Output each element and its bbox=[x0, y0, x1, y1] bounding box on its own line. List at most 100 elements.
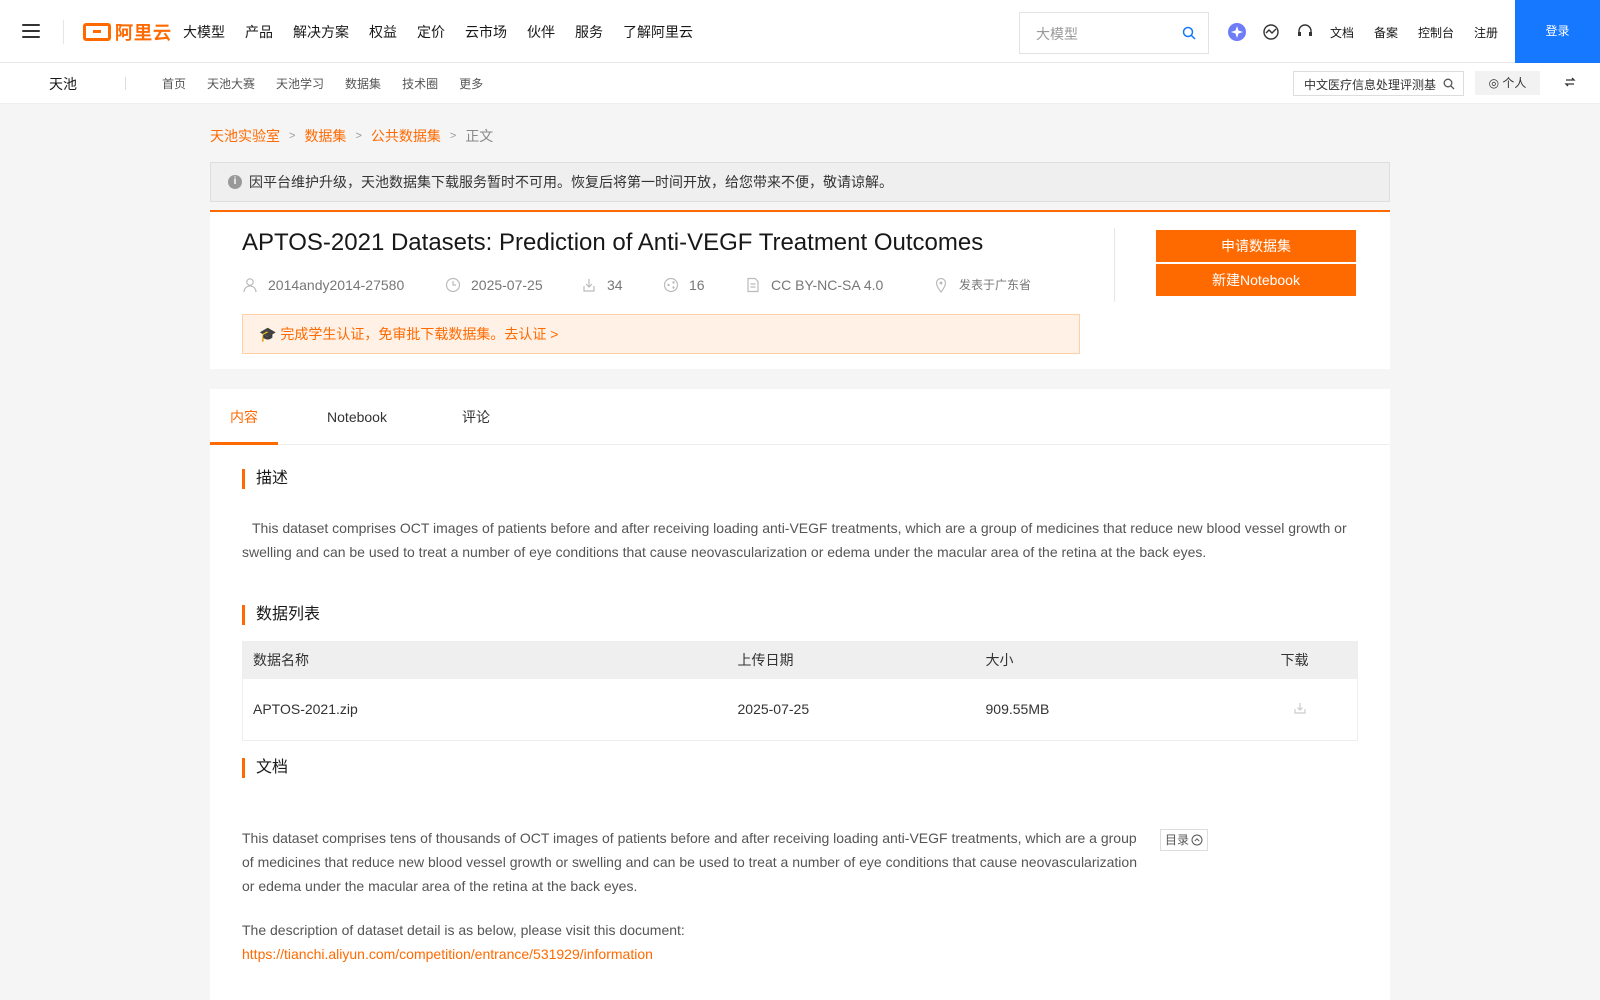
author-name[interactable]: 2014andy2014-27580 bbox=[268, 277, 404, 293]
user-icon bbox=[243, 277, 257, 292]
subnav-home[interactable]: 首页 bbox=[162, 75, 186, 92]
table-row: APTOS-2021.zip 2025-07-25 909.55MB bbox=[243, 679, 1358, 741]
share-icon bbox=[663, 277, 679, 292]
chevron-right-icon: > bbox=[449, 130, 457, 142]
breadcrumb-current: 正文 bbox=[465, 128, 494, 144]
column-header-download: 下载 bbox=[1270, 641, 1358, 679]
download-icon[interactable] bbox=[1293, 701, 1307, 715]
meta-shares: 16 bbox=[663, 277, 745, 293]
column-header-date: 上传日期 bbox=[727, 641, 976, 679]
publish-date: 2025-07-25 bbox=[471, 276, 543, 293]
section-title-description: 描述 bbox=[242, 469, 288, 489]
tab-notebook[interactable]: Notebook bbox=[327, 389, 387, 445]
clock-icon bbox=[445, 277, 461, 292]
divider bbox=[125, 77, 126, 90]
tab-comments[interactable]: 评论 bbox=[462, 389, 490, 445]
table-header-row: 数据名称 上传日期 大小 下载 bbox=[242, 641, 1358, 679]
search-value: 中文医疗信息处理评测基 bbox=[1304, 78, 1437, 92]
logo-mark-icon bbox=[83, 23, 111, 41]
global-search bbox=[1019, 12, 1209, 54]
menu-icon[interactable] bbox=[22, 22, 42, 40]
graduation-cap-icon: 🎓 bbox=[259, 325, 281, 342]
tianchi-nav: 首页 天池大赛 天池学习 数据集 技术圈 更多 bbox=[162, 75, 504, 92]
breadcrumb: 天池实验室 > 数据集 > 公共数据集 > 正文 bbox=[210, 126, 493, 146]
nav-item-pricing[interactable]: 定价 bbox=[417, 20, 445, 44]
nav-item-models[interactable]: 大模型 bbox=[183, 20, 225, 44]
subnav-more[interactable]: 更多 bbox=[459, 75, 483, 92]
chevron-right-icon: > bbox=[289, 130, 296, 142]
download-count-icon bbox=[583, 278, 595, 292]
file-name: APTOS-2021.zip bbox=[253, 701, 358, 718]
personal-button[interactable]: ◎ 个人 bbox=[1475, 71, 1540, 95]
nav-item-about[interactable]: 了解阿里云 bbox=[623, 20, 693, 44]
console-link[interactable]: 控制台 bbox=[1418, 24, 1454, 41]
dataset-header-card: APTOS-2021 Datasets: Prediction of Anti-… bbox=[210, 210, 1390, 369]
logo-text: 阿里云 bbox=[115, 23, 172, 43]
search-icon[interactable] bbox=[1182, 26, 1196, 40]
docs-link[interactable]: 文档 bbox=[1330, 24, 1354, 41]
subnav-learning[interactable]: 天池学习 bbox=[276, 75, 324, 92]
ai-assistant-icon[interactable] bbox=[1228, 23, 1246, 41]
subnav-tech-circle[interactable]: 技术圈 bbox=[402, 75, 438, 92]
aliyun-logo[interactable]: 阿里云 bbox=[83, 20, 172, 44]
beian-link[interactable]: 备案 bbox=[1374, 24, 1398, 41]
file-date: 2025-07-25 bbox=[737, 701, 810, 718]
search-icon[interactable] bbox=[1443, 78, 1455, 90]
download-count: 34 bbox=[607, 276, 623, 293]
share-count: 16 bbox=[689, 276, 705, 293]
breadcrumb-public-datasets[interactable]: 公共数据集 bbox=[371, 126, 441, 146]
meta-date: 2025-07-25 bbox=[445, 277, 581, 293]
download-cell bbox=[1271, 679, 1358, 741]
switch-icon[interactable] bbox=[1564, 76, 1576, 88]
meta-downloads: 34 bbox=[581, 277, 663, 293]
document-icon bbox=[747, 277, 759, 292]
meta-location: 发表于广东省 bbox=[933, 276, 1031, 293]
student-cert-banner[interactable]: 🎓 完成学生认证，免审批下载数据集。去认证 > bbox=[242, 314, 1080, 354]
new-notebook-button[interactable]: 新建Notebook bbox=[1156, 264, 1356, 296]
tab-content[interactable]: 内容 bbox=[210, 389, 278, 445]
column-header-size: 大小 bbox=[975, 641, 1271, 679]
nav-item-services[interactable]: 服务 bbox=[575, 20, 603, 44]
toc-button[interactable]: 目录 bbox=[1160, 829, 1209, 851]
doc-text: This dataset comprises tens of thousands… bbox=[242, 830, 1137, 894]
apply-dataset-button[interactable]: 申请数据集 bbox=[1156, 230, 1356, 262]
subnav-datasets[interactable]: 数据集 bbox=[345, 75, 381, 92]
description-text: This dataset comprises OCT images of pat… bbox=[242, 520, 1347, 560]
main-nav: 大模型 产品 解决方案 权益 定价 云市场 伙伴 服务 了解阿里云 bbox=[183, 20, 693, 44]
divider bbox=[1114, 228, 1115, 302]
toc-label: 目录 bbox=[1165, 833, 1190, 847]
login-button[interactable]: 登录 bbox=[1515, 0, 1600, 63]
nav-item-partners[interactable]: 伙伴 bbox=[527, 20, 555, 44]
user-icon: ◎ bbox=[1488, 76, 1500, 90]
search-input[interactable] bbox=[1036, 24, 1176, 44]
tianchi-brand[interactable]: 天池 bbox=[49, 74, 77, 94]
breadcrumb-datasets[interactable]: 数据集 bbox=[304, 126, 346, 146]
doc-link[interactable]: https://tianchi.aliyun.com/competition/e… bbox=[242, 942, 653, 966]
chevron-right-icon: > bbox=[355, 130, 362, 142]
dashboard-icon[interactable] bbox=[1262, 23, 1280, 41]
divider bbox=[63, 20, 64, 44]
nav-item-solutions[interactable]: 解决方案 bbox=[293, 20, 349, 44]
breadcrumb-lab[interactable]: 天池实验室 bbox=[210, 126, 280, 146]
location-pin-icon bbox=[935, 277, 947, 293]
subnav-competitions[interactable]: 天池大赛 bbox=[207, 75, 255, 92]
nav-item-marketplace[interactable]: 云市场 bbox=[465, 20, 507, 44]
cert-text: 完成学生认证，免审批下载数据集。去认证 > bbox=[280, 326, 559, 342]
section-title-data-list: 数据列表 bbox=[242, 605, 320, 625]
top-navbar: 阿里云 大模型 产品 解决方案 权益 定价 云市场 伙伴 服务 了解阿里云 文档… bbox=[0, 0, 1600, 63]
file-size: 909.55MB bbox=[985, 701, 1050, 718]
tianchi-search-input[interactable]: 中文医疗信息处理评测基 bbox=[1293, 71, 1464, 96]
register-link[interactable]: 注册 bbox=[1474, 24, 1498, 41]
data-file-table: 数据名称 上传日期 大小 下载 APTOS-2021.zip 2025-07-2… bbox=[242, 641, 1358, 741]
personal-label: 个人 bbox=[1502, 76, 1527, 90]
nav-item-benefits[interactable]: 权益 bbox=[369, 20, 397, 44]
location: 发表于广东省 bbox=[959, 278, 1032, 292]
meta-license: CC BY-NC-SA 4.0 bbox=[745, 277, 933, 293]
section-title-docs: 文档 bbox=[242, 758, 288, 778]
content-tabs: 内容 Notebook 评论 bbox=[210, 389, 1390, 445]
maintenance-notice: i 因平台维护升级，天池数据集下载服务暂时不可用。恢复后将第一时间开放，给您带来… bbox=[210, 162, 1390, 202]
nav-item-products[interactable]: 产品 bbox=[245, 20, 273, 44]
support-headset-icon[interactable] bbox=[1296, 23, 1314, 41]
doc-text-2: The description of dataset detail is as … bbox=[242, 922, 685, 938]
license: CC BY-NC-SA 4.0 bbox=[771, 276, 884, 293]
